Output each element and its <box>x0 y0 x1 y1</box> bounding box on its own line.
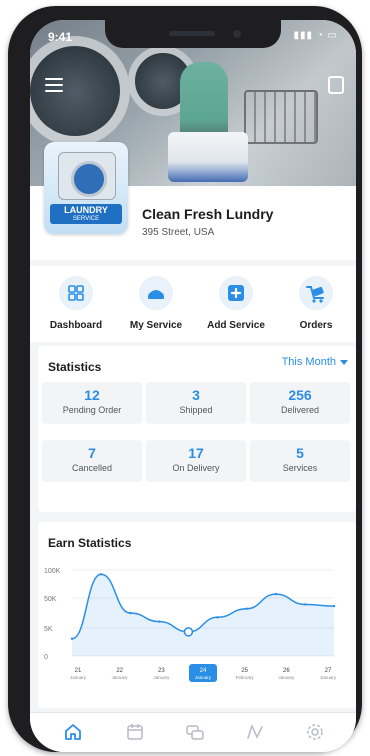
x-tick-month: January <box>195 675 212 680</box>
stat-tile-delivered[interactable]: 256 Delivered <box>250 382 350 424</box>
chart-point <box>332 604 336 608</box>
stat-tile-services[interactable]: 5 Services <box>250 440 350 482</box>
add-service-label: Add Service <box>207 320 265 331</box>
chart-point <box>303 603 307 606</box>
chart-point <box>99 573 103 576</box>
home-icon[interactable] <box>64 723 82 741</box>
chart-point <box>245 607 248 610</box>
chart-area <box>72 574 334 656</box>
chart-point <box>129 611 132 615</box>
bottom-tab-bar <box>30 712 356 752</box>
orders-button[interactable]: Orders <box>278 276 354 331</box>
earn-statistics-card: Earn Statistics 100K 50K 5K 0 21 January 22 Jan… <box>38 522 356 708</box>
front-camera <box>233 30 241 38</box>
chart-point <box>216 616 219 619</box>
chart-highlight-point[interactable] <box>183 627 194 637</box>
my-service-button[interactable]: My Service <box>118 276 194 331</box>
x-tick-day[interactable]: 23 <box>158 668 165 674</box>
x-tick-month: January <box>112 675 129 680</box>
orders-label: Orders <box>299 320 333 331</box>
dashboard-button[interactable]: Dashboard <box>38 276 114 331</box>
dashboard-grid-icon <box>59 276 93 310</box>
logo-subtext: SERVICE <box>72 216 100 222</box>
cart-icon[interactable] <box>328 76 344 94</box>
x-tick-month: January <box>320 675 337 680</box>
stat-label: Delivered <box>280 405 320 415</box>
y-tick-label: 0 <box>44 654 48 661</box>
period-filter-dropdown[interactable]: This Month <box>282 356 348 368</box>
x-tick-day[interactable]: 26 <box>283 668 290 674</box>
chart-point <box>274 592 277 596</box>
orders-cart-icon <box>299 276 333 310</box>
phone-frame: 9:41 ▮▮▮ ◔ ▭ LAUNDRY SERVICE Clean Fresh… <box>8 6 362 752</box>
chart-point <box>70 637 74 640</box>
chevron-down-icon <box>340 359 348 365</box>
map-icon[interactable] <box>246 723 264 741</box>
shop-logo: LAUNDRY SERVICE <box>44 142 128 234</box>
calendar-icon[interactable] <box>126 723 144 741</box>
statistics-title: Statistics <box>48 360 102 374</box>
shop-name: Clean Fresh Lundry <box>142 206 274 222</box>
stat-value: 17 <box>188 445 204 461</box>
shop-address: 395 Street, USA <box>142 227 215 238</box>
status-icons: ▮▮▮ ◔ ▭ <box>293 30 338 41</box>
speaker <box>169 31 215 36</box>
period-filter-label: This Month <box>281 356 336 368</box>
x-tick-day[interactable]: 27 <box>325 668 332 674</box>
x-tick-month: January <box>153 675 170 680</box>
dashboard-label: Dashboard <box>49 320 103 331</box>
quick-actions: Dashboard My Service Add Service Orders <box>30 266 356 342</box>
screen: 9:41 ▮▮▮ ◔ ▭ LAUNDRY SERVICE Clean Fresh… <box>30 20 356 752</box>
washing-machine-icon <box>58 152 116 200</box>
add-service-icon <box>219 276 253 310</box>
chart-point <box>158 620 161 623</box>
statistics-card: Statistics This Month 12 Pending Order 3… <box>38 346 356 512</box>
y-tick-label: 50K <box>44 596 57 603</box>
notch <box>105 20 281 48</box>
stat-label: Cancelled <box>71 463 113 473</box>
stat-value: 12 <box>84 387 100 403</box>
my-service-label: My Service <box>129 320 183 331</box>
earn-chart: 100K50K5K021January22January23January24J… <box>44 568 337 682</box>
chat-icon[interactable] <box>186 723 204 741</box>
stat-label: Shipped <box>179 405 213 415</box>
x-tick-day[interactable]: 21 <box>75 668 82 674</box>
stat-tile-on-delivery[interactable]: 17 On Delivery <box>146 440 246 482</box>
x-tick-month: January <box>70 675 87 680</box>
stat-value: 3 <box>192 387 200 403</box>
x-tick-day[interactable]: 25 <box>241 668 248 674</box>
x-tick-day[interactable]: 22 <box>116 668 123 674</box>
status-time: 9:41 <box>48 30 73 44</box>
stat-value: 5 <box>296 445 304 461</box>
stat-tile-shipped[interactable]: 3 Shipped <box>146 382 246 424</box>
x-tick-month: January <box>278 675 295 680</box>
earn-title: Earn Statistics <box>48 536 132 550</box>
y-tick-label: 100K <box>44 568 61 575</box>
y-tick-label: 5K <box>44 626 53 633</box>
stat-value: 7 <box>88 445 96 461</box>
stat-label: Pending Order <box>62 405 122 415</box>
stat-tile-pending[interactable]: 12 Pending Order <box>42 382 142 424</box>
settings-icon[interactable] <box>306 723 324 741</box>
stat-label: On Delivery <box>172 463 220 473</box>
x-tick-month: February <box>236 675 255 680</box>
stat-tile-cancelled[interactable]: 7 Cancelled <box>42 440 142 482</box>
stat-value: 256 <box>288 387 312 403</box>
x-tick-day[interactable]: 24 <box>200 668 207 674</box>
service-icon <box>139 276 173 310</box>
stat-label: Services <box>282 463 318 473</box>
menu-icon[interactable] <box>45 78 63 92</box>
add-service-button[interactable]: Add Service <box>198 276 274 331</box>
